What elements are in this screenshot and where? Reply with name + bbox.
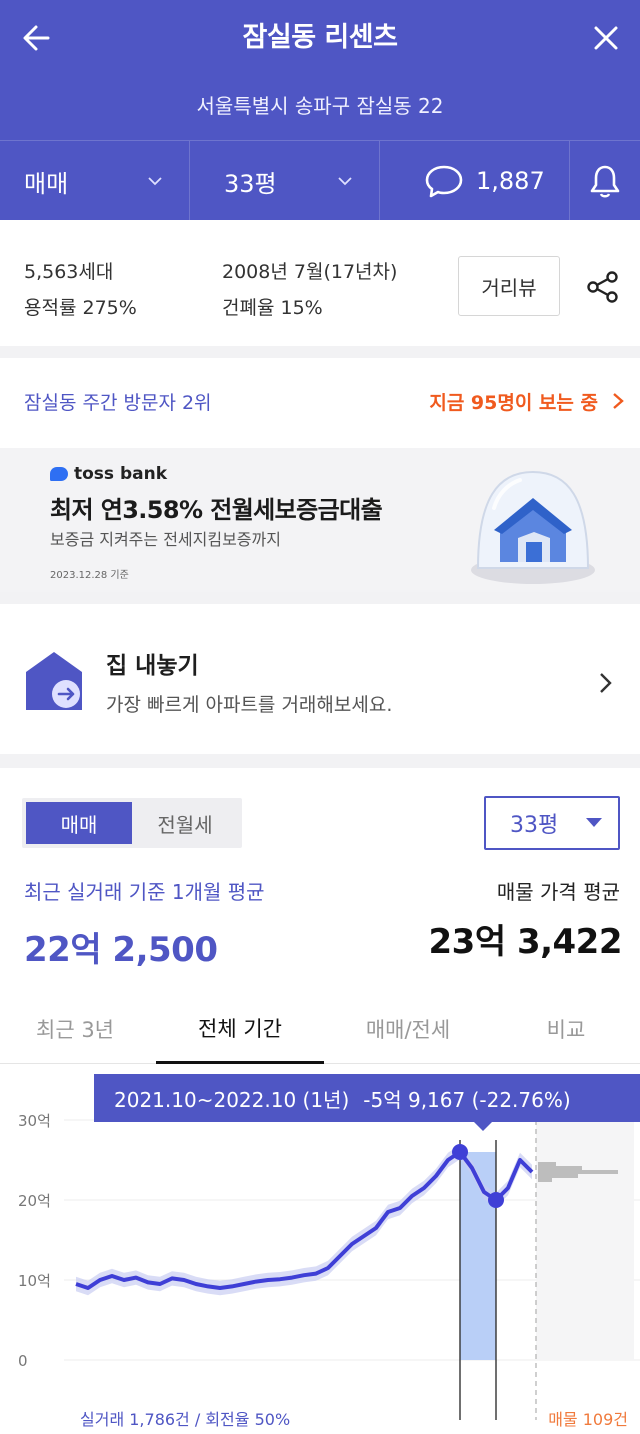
- visitor-rank-banner[interactable]: 잠실동 주간 방문자 2위 지금 95명이 보는 중: [0, 358, 640, 448]
- chart-tooltip: 2021.10~2022.10 (1년) -5억 9,167 (-22.76%): [94, 1074, 640, 1122]
- section-divider: [0, 754, 640, 768]
- tab-sale-lease[interactable]: 매매/전세: [324, 994, 492, 1064]
- chevron-down-icon: [338, 177, 352, 186]
- app-header: 잠실동 리센츠 서울특별시 송파구 잠실동 22 매매 33평 1,887: [0, 0, 640, 221]
- list-home-subtitle: 가장 빠르게 아파트를 거래해보세요.: [106, 694, 393, 716]
- recent-avg-label: 최근 실거래 기준 1개월 평균: [24, 880, 265, 904]
- tooltip-change: -5억 9,167 (-22.76%): [363, 1087, 571, 1112]
- y-tick-label: 30억: [18, 1112, 51, 1130]
- price-chart[interactable]: 30억 20억 10억 0 2021.10~2022.10 (1년) -5억 9,16…: [0, 1070, 640, 1434]
- house-arrow-icon: [26, 652, 82, 710]
- chevron-right-icon: [613, 393, 624, 409]
- size-select-value: 33평: [510, 813, 559, 838]
- chevron-down-icon: [148, 177, 162, 186]
- listing-bar: [538, 1178, 552, 1182]
- complex-info: 5,563세대 용적률 275% 2008년 7월(17년차) 건폐율 15% …: [0, 220, 640, 346]
- toss-logo-icon: [50, 467, 68, 481]
- listing-bar: [538, 1174, 578, 1178]
- households: 5,563세대: [24, 261, 114, 283]
- page-title: 잠실동 리센츠: [242, 22, 398, 53]
- ad-title: 최저 연3.58% 전월세보증금대출: [50, 496, 383, 524]
- notification-button[interactable]: [570, 141, 640, 221]
- recent-avg-value: 22억 2,500: [24, 930, 218, 970]
- trade-type-dropdown[interactable]: 매매: [0, 141, 190, 221]
- listing-area: [536, 1120, 634, 1360]
- size-dropdown[interactable]: 33평: [190, 141, 380, 221]
- tooltip-period: 2021.10~2022.10 (1년): [114, 1087, 350, 1112]
- peak-marker: [452, 1144, 468, 1160]
- trade-type-label: 매매: [24, 169, 69, 198]
- price-section: 매매 전월세 33평 최근 실거래 기준 1개월 평균 22억 2,500 매물…: [0, 768, 640, 1434]
- ad-date: 2023.12.28 기준: [50, 570, 129, 581]
- segment-lease[interactable]: 전월세: [132, 802, 238, 844]
- y-tick-label: 10억: [18, 1272, 51, 1290]
- now-viewing-text: 지금 95명이 보는 중: [429, 392, 598, 414]
- tab-all-period[interactable]: 전체 기간: [156, 994, 324, 1064]
- comment-count: 1,887: [476, 167, 545, 195]
- tooltip-pointer: [474, 1122, 492, 1131]
- trough-marker: [488, 1192, 504, 1208]
- floor-area-ratio: 용적률 275%: [24, 297, 137, 319]
- y-tick-label: 20억: [18, 1192, 51, 1210]
- listing-bar: [538, 1170, 618, 1174]
- ad-banner[interactable]: toss bank 최저 연3.58% 전월세보증금대출 보증금 지켜주는 전세…: [0, 448, 640, 592]
- list-home-title: 집 내놓기: [106, 653, 199, 679]
- period-tabs: 최근 3년 전체 기간 매매/전세 비교: [0, 994, 640, 1064]
- list-home-banner[interactable]: 집 내놓기 가장 빠르게 아파트를 거래해보세요.: [0, 604, 640, 754]
- building-coverage: 건폐율 15%: [222, 297, 323, 319]
- trade-segment-control: 매매 전월세: [22, 798, 242, 848]
- listing-count-label: 매물 109건: [548, 1410, 628, 1429]
- bell-icon: [590, 165, 620, 198]
- size-select[interactable]: 33평: [484, 796, 620, 850]
- info-column-1: 5,563세대 용적률 275%: [24, 254, 137, 326]
- built-date: 2008년 7월(17년차): [222, 261, 398, 283]
- tab-recent-3y[interactable]: 최근 3년: [0, 994, 150, 1064]
- tab-compare[interactable]: 비교: [492, 994, 640, 1064]
- close-icon[interactable]: [586, 18, 626, 58]
- visitor-rank-text: 잠실동 주간 방문자 2위: [24, 392, 212, 414]
- listing-avg-value: 23억 3,422: [428, 922, 623, 962]
- toss-bank-logo: toss bank: [50, 464, 167, 484]
- share-icon[interactable]: [586, 270, 620, 304]
- listing-avg-label: 매물 가격 평균: [496, 880, 620, 904]
- ad-subtitle: 보증금 지켜주는 전세지킴보증까지: [50, 530, 281, 549]
- section-divider: [0, 346, 640, 358]
- comments-button[interactable]: 1,887: [380, 141, 570, 221]
- ad-brand: toss bank: [74, 464, 168, 484]
- chevron-right-icon: [600, 673, 612, 693]
- trade-count-label: 실거래 1,786건 / 회전율 50%: [80, 1410, 291, 1429]
- segment-sale[interactable]: 매매: [26, 802, 132, 844]
- header-filter-bar: 매매 33평 1,887: [0, 140, 640, 221]
- y-tick-label: 0: [18, 1352, 28, 1370]
- house-dome-icon: [471, 470, 595, 584]
- info-column-2: 2008년 7월(17년차) 건폐율 15%: [222, 254, 397, 326]
- listing-bar: [538, 1166, 582, 1170]
- street-view-button[interactable]: 거리뷰: [458, 256, 560, 316]
- address: 서울특별시 송파구 잠실동 22: [196, 94, 444, 118]
- caret-down-icon: [586, 818, 602, 827]
- price-chart-svg: 30억 20억 10억 0: [18, 1112, 640, 1420]
- section-divider: [0, 592, 640, 604]
- size-label: 33평: [224, 169, 277, 198]
- listing-bar: [538, 1162, 556, 1166]
- speech-bubble-icon: [425, 165, 463, 198]
